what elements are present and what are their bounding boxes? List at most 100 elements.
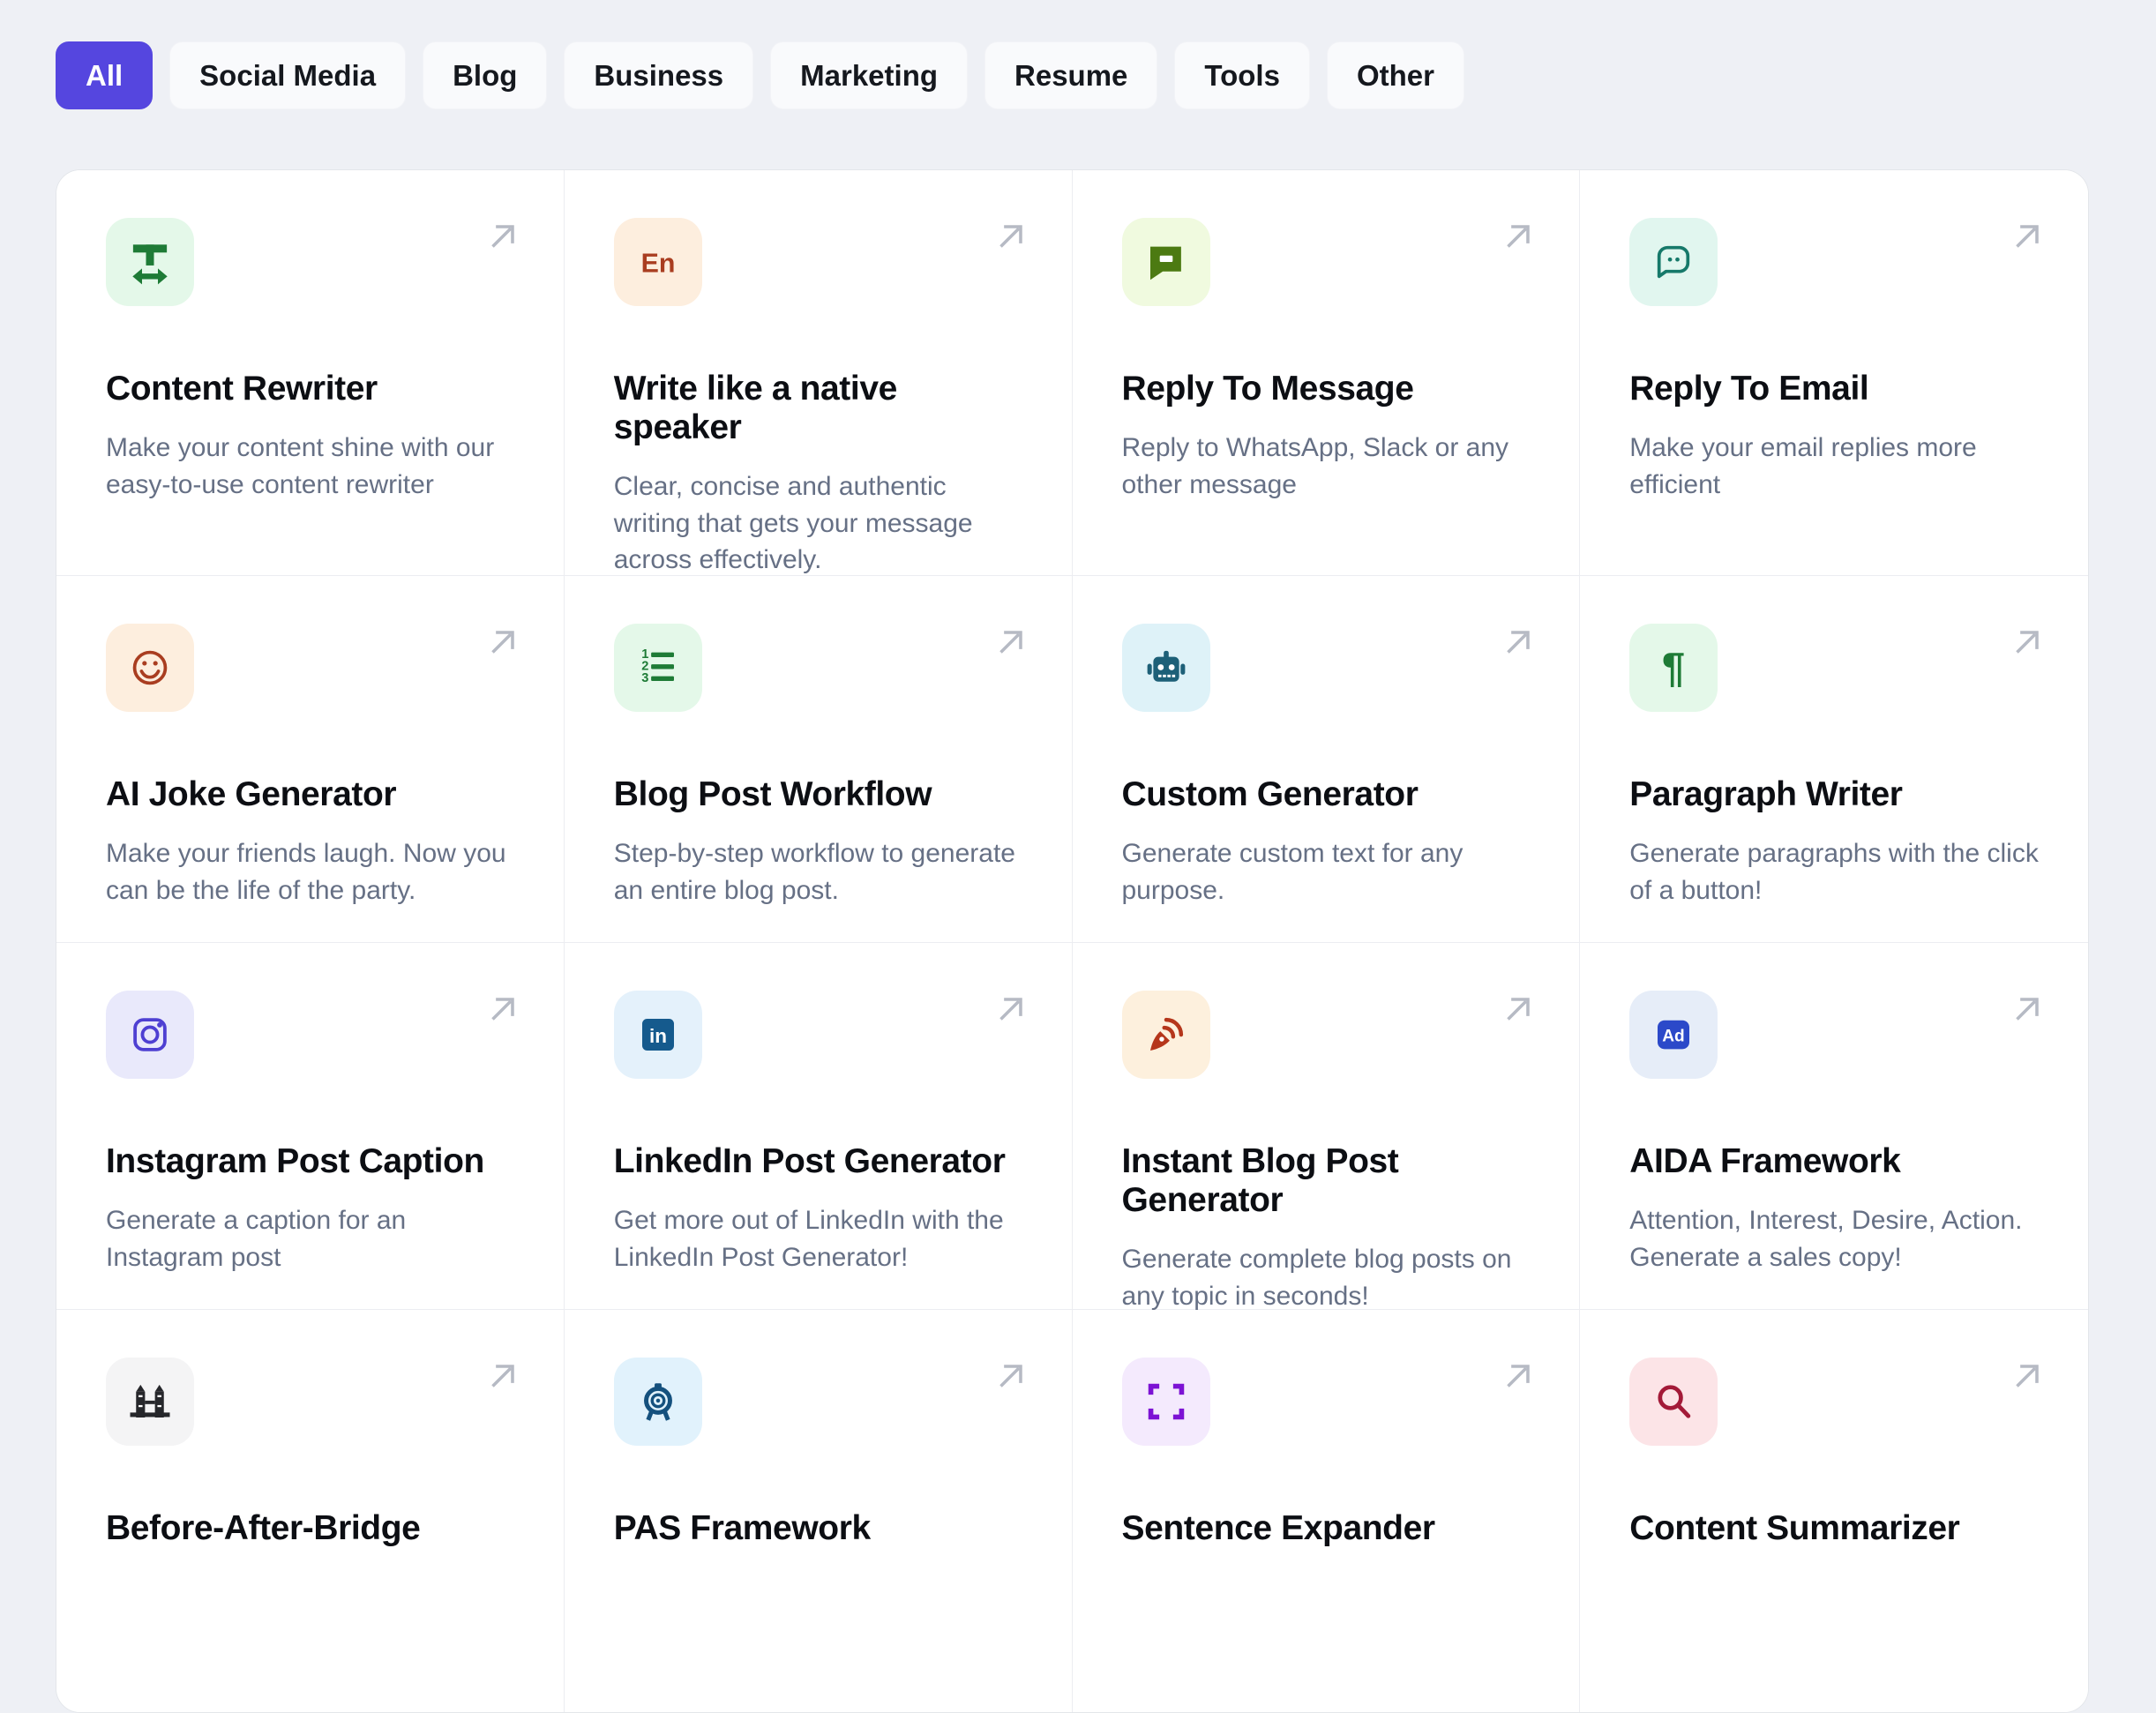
target-board-icon — [613, 1358, 702, 1446]
filter-chip-label: Resume — [1014, 58, 1128, 92]
message-dots-icon — [1629, 218, 1718, 306]
card-title: Instant Blog Post Generator — [1121, 1142, 1399, 1219]
svg-text:En: En — [640, 249, 675, 278]
tool-card-content-summarizer[interactable]: Content Summarizer — [1580, 1310, 2088, 1712]
filter-chip-all[interactable]: All — [56, 41, 153, 109]
pen-feed-icon — [1121, 991, 1210, 1079]
open-arrow-icon — [490, 1365, 514, 1388]
tool-card-linkedin-post-generator[interactable]: in LinkedIn Post Generator Get more out … — [564, 943, 1073, 1310]
tool-card-paragraph-writer[interactable]: ¶ Paragraph Writer Generate paragraphs w… — [1580, 576, 2088, 943]
tool-card-reply-to-message[interactable]: Reply To Message Reply to WhatsApp, Slac… — [1072, 170, 1581, 576]
open-arrow-icon — [999, 998, 1022, 1021]
tool-card-write-like-native[interactable]: En Write like a native speaker Clear, co… — [564, 170, 1073, 576]
card-description: Generate paragraphs with the click of a … — [1629, 839, 2039, 905]
tool-card-instant-blog-post-generator[interactable]: Instant Blog Post Generator Generate com… — [1072, 943, 1581, 1311]
card-title: Instagram Post Caption — [106, 1142, 484, 1180]
card-title: LinkedIn Post Generator — [613, 1142, 1006, 1180]
tool-card-pas-framework[interactable]: PAS Framework — [564, 1310, 1073, 1712]
ordered-list-icon: 1 2 3 — [613, 624, 702, 712]
open-arrow-icon — [1507, 631, 1531, 654]
card-description: Clear, concise and authentic writing tha… — [613, 472, 973, 575]
card-title: Reply To Email — [1629, 370, 1869, 408]
open-arrow-icon — [490, 631, 514, 654]
svg-text:in: in — [649, 1025, 667, 1047]
tool-card-blog-post-workflow[interactable]: 1 2 3 Blog Post Workflow Step-by-step wo… — [564, 576, 1073, 943]
card-title: Sentence Expander — [1121, 1509, 1436, 1547]
filter-chip-label: Marketing — [800, 58, 939, 92]
card-description: Attention, Interest, Desire, Action. Gen… — [1629, 1206, 2023, 1272]
card-title: PAS Framework — [613, 1509, 871, 1547]
filter-chip-blog[interactable]: Blog — [423, 41, 548, 109]
card-description: Reply to WhatsApp, Slack or any other me… — [1121, 433, 1509, 499]
card-title: Content Rewriter — [106, 370, 378, 408]
card-title: Paragraph Writer — [1629, 775, 1903, 813]
open-arrow-icon — [999, 631, 1022, 654]
open-arrow-icon — [2016, 1365, 2039, 1388]
english-letters-icon: En — [613, 218, 702, 306]
card-description: Make your email replies more efficient — [1629, 433, 1977, 499]
tool-card-reply-to-email[interactable]: Reply To Email Make your email replies m… — [1580, 170, 2088, 576]
tool-card-custom-generator[interactable]: Custom Generator Generate custom text fo… — [1072, 576, 1581, 943]
pilcrow-icon: ¶ — [1629, 624, 1718, 712]
text-width-icon — [106, 218, 194, 306]
card-description: Generate custom text for any purpose. — [1121, 839, 1464, 905]
open-arrow-icon — [1507, 1365, 1531, 1388]
filter-chip-resume[interactable]: Resume — [984, 41, 1158, 109]
filter-chip-marketing[interactable]: Marketing — [770, 41, 969, 109]
tools-grid-container: Content Rewriter Make your content shine… — [56, 169, 2089, 1713]
open-arrow-icon — [490, 998, 514, 1021]
card-title: Reply To Message — [1121, 370, 1414, 408]
message-dash-icon — [1121, 218, 1210, 306]
svg-text:¶: ¶ — [1662, 645, 1685, 692]
filter-chip-label: Blog — [453, 58, 518, 92]
search-icon — [1629, 1358, 1718, 1446]
card-title: Blog Post Workflow — [613, 775, 932, 813]
tool-card-before-after-bridge[interactable]: Before-After-Bridge — [56, 1310, 565, 1712]
tool-card-content-rewriter[interactable]: Content Rewriter Make your content shine… — [56, 170, 565, 576]
bridge-icon — [106, 1358, 194, 1446]
robot-icon — [1121, 624, 1210, 712]
filter-chip-label: Tools — [1204, 58, 1280, 92]
smiley-icon — [106, 624, 194, 712]
card-title: AI Joke Generator — [106, 775, 397, 813]
card-title: Content Summarizer — [1629, 1509, 1960, 1547]
linkedin-icon: in — [613, 991, 702, 1079]
open-arrow-icon — [2016, 631, 2039, 654]
card-description: Generate a caption for an Instagram post — [106, 1206, 407, 1272]
card-description: Step-by-step workflow to generate an ent… — [613, 839, 1015, 905]
open-arrow-icon — [999, 225, 1022, 248]
card-title: Write like a native speaker — [613, 370, 898, 446]
filter-chip-tools[interactable]: Tools — [1174, 41, 1310, 109]
filter-chip-business[interactable]: Business — [564, 41, 754, 109]
open-arrow-icon — [999, 1365, 1022, 1388]
filter-chip-other[interactable]: Other — [1326, 41, 1464, 109]
tool-card-aida-framework[interactable]: Ad AIDA Framework Attention, Interest, D… — [1580, 943, 2088, 1310]
open-arrow-icon — [2016, 225, 2039, 248]
ad-badge-icon: Ad — [1629, 991, 1718, 1079]
card-title: Before-After-Bridge — [106, 1509, 421, 1547]
card-description: Make your content shine with our easy-to… — [106, 433, 495, 499]
filter-chip-label: Business — [594, 58, 724, 92]
filter-chip-label: Other — [1356, 58, 1434, 92]
card-description: Make your friends laugh. Now you can be … — [106, 839, 506, 905]
svg-text:3: 3 — [641, 671, 648, 685]
filter-chip-label: All — [86, 58, 124, 92]
svg-text:Ad: Ad — [1663, 1027, 1685, 1045]
open-arrow-icon — [2016, 998, 2039, 1021]
tool-card-ai-joke-generator[interactable]: AI Joke Generator Make your friends laug… — [56, 576, 565, 943]
tool-card-sentence-expander[interactable]: Sentence Expander — [1072, 1310, 1581, 1712]
open-arrow-icon — [1507, 998, 1531, 1021]
filter-chip-social-media[interactable]: Social Media — [169, 41, 407, 109]
tool-card-instagram-post-caption[interactable]: Instagram Post Caption Generate a captio… — [56, 943, 565, 1310]
tools-grid: Content Rewriter Make your content shine… — [56, 170, 2088, 1712]
card-title: Custom Generator — [1121, 775, 1419, 813]
filter-chip-label: Social Media — [199, 58, 377, 92]
card-description: Get more out of LinkedIn with the Linked… — [613, 1206, 1004, 1272]
open-arrow-icon — [1507, 225, 1531, 248]
card-description: Generate complete blog posts on any topi… — [1121, 1245, 1512, 1311]
open-arrow-icon — [490, 225, 514, 248]
card-title: AIDA Framework — [1629, 1142, 1901, 1180]
instagram-icon — [106, 991, 194, 1079]
expand-icon — [1121, 1358, 1210, 1446]
category-filter-bar: All Social Media Blog Business Marketing… — [56, 41, 1464, 109]
